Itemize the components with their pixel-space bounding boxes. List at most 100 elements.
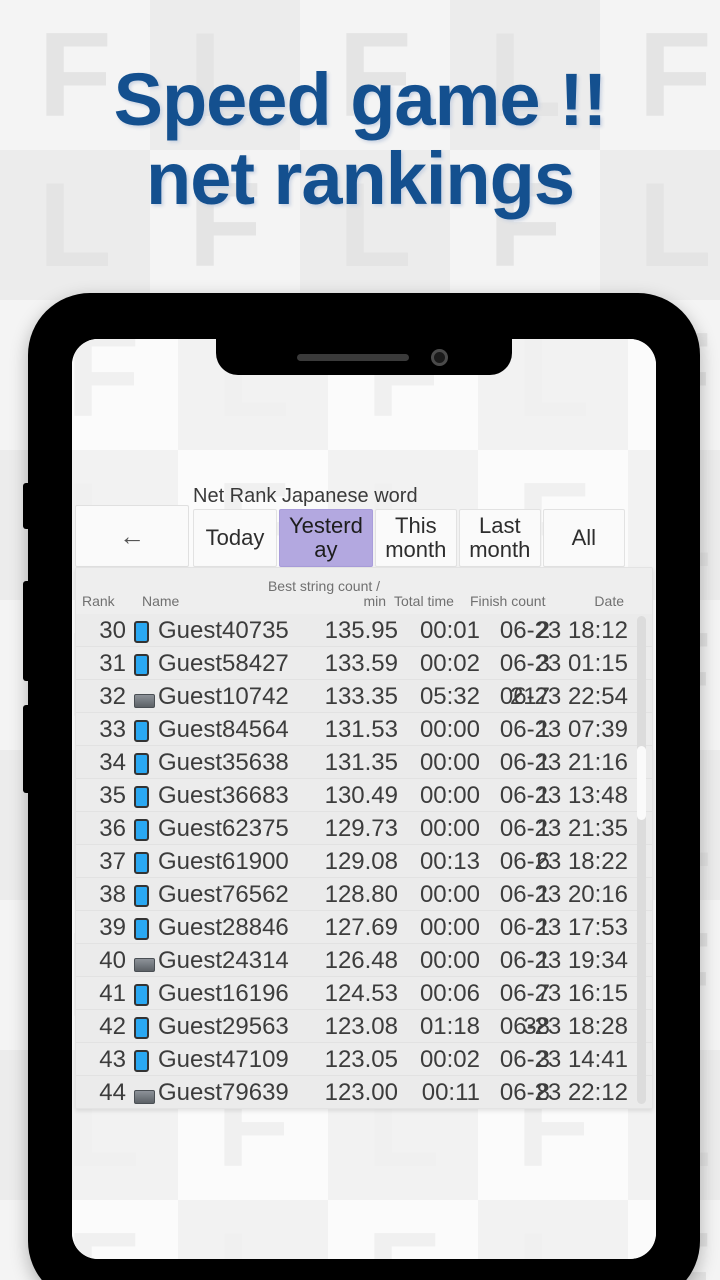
silent-switch-button[interactable] bbox=[23, 483, 30, 529]
table-row[interactable]: 44 Guest79639 123.00 00:11 8 06-23 22:12 bbox=[76, 1076, 652, 1108]
tab-last-month[interactable]: Last month bbox=[458, 509, 541, 567]
cell-rank: 36 bbox=[99, 815, 126, 842]
volume-down-button[interactable] bbox=[23, 705, 30, 793]
table-row[interactable]: 39 Guest28846 127.69 00:00 1 06-23 17:53 bbox=[76, 911, 652, 944]
table-row[interactable]: 38 Guest76562 128.80 00:00 1 06-23 20:16 bbox=[76, 878, 652, 911]
cell-date: 06-23 14:41 bbox=[499, 1046, 628, 1073]
cell-rank: 39 bbox=[99, 914, 126, 941]
cell-name: Guest24314 bbox=[158, 947, 289, 974]
cell-date: 06-23 01:15 bbox=[499, 650, 628, 677]
cell-name: Guest28846 bbox=[158, 914, 289, 941]
cell-rank: 37 bbox=[99, 848, 126, 875]
phone-notch bbox=[216, 339, 512, 375]
ranking-table-panel[interactable]: Rank Name Best string count / min Total … bbox=[75, 567, 653, 1109]
smartphone-icon bbox=[134, 654, 149, 683]
tab-yesterday[interactable]: Yesterd ay bbox=[279, 509, 373, 567]
cell-date: 06-23 19:34 bbox=[499, 947, 628, 974]
cell-name: Guest35638 bbox=[158, 749, 289, 776]
column-header-best-string-count: Best string count / min bbox=[262, 579, 386, 609]
tab-yesterday-label: Yesterd ay bbox=[289, 513, 363, 562]
smartphone-icon bbox=[134, 1017, 149, 1046]
cell-date: 06-23 22:54 bbox=[499, 683, 628, 710]
column-header-total-time: Total time bbox=[394, 593, 454, 609]
table-row[interactable]: 32 Guest10742 133.35 05:32 217 06-23 22:54 bbox=[76, 680, 652, 713]
cell-rank: 43 bbox=[99, 1046, 126, 1073]
cell-best-string-count: 135.95 bbox=[324, 617, 398, 644]
tab-this-month[interactable]: This month bbox=[374, 509, 457, 567]
tab-today[interactable]: Today bbox=[193, 509, 277, 567]
pc-keyboard-icon bbox=[134, 687, 155, 715]
cell-total-time: 00:11 bbox=[421, 1079, 480, 1106]
cell-total-time: 00:06 bbox=[419, 980, 480, 1007]
smartphone-icon bbox=[134, 621, 149, 650]
table-row[interactable]: 30 Guest40735 135.95 00:01 2 06-23 18:12 bbox=[76, 614, 652, 647]
cell-name: Guest76562 bbox=[158, 881, 289, 908]
smartphone-icon bbox=[134, 852, 149, 881]
cell-date: 06-23 07:39 bbox=[499, 716, 628, 743]
cell-best-string-count: 133.35 bbox=[324, 683, 398, 710]
cell-date: 06-23 21:16 bbox=[499, 749, 628, 776]
cell-date: 06-23 18:12 bbox=[499, 617, 628, 644]
table-row[interactable]: 42 Guest29563 123.08 01:18 38 06-23 18:28 bbox=[76, 1010, 652, 1043]
cell-date: 06-23 17:53 bbox=[499, 914, 628, 941]
smartphone-icon bbox=[134, 819, 149, 848]
table-row[interactable]: 40 Guest24314 126.48 00:00 1 06-23 19:34 bbox=[76, 944, 652, 977]
cell-best-string-count: 123.08 bbox=[324, 1013, 398, 1040]
cell-total-time: 01:18 bbox=[419, 1013, 480, 1040]
back-button[interactable]: ← bbox=[75, 505, 189, 567]
volume-up-button[interactable] bbox=[23, 581, 30, 681]
vertical-scrollbar-track[interactable] bbox=[637, 616, 646, 1104]
front-camera-icon bbox=[430, 348, 448, 366]
table-header-row: Rank Name Best string count / min Total … bbox=[76, 568, 652, 614]
table-row[interactable]: 41 Guest16196 124.53 00:06 7 06-23 16:15 bbox=[76, 977, 652, 1010]
cell-name: Guest79639 bbox=[158, 1079, 289, 1106]
column-header-finish-count: Finish count bbox=[470, 593, 546, 609]
smartphone-icon bbox=[134, 984, 149, 1013]
smartphone-icon bbox=[134, 753, 149, 782]
vertical-scrollbar-thumb[interactable] bbox=[637, 746, 646, 820]
cell-date: 06-23 22:12 bbox=[499, 1079, 628, 1106]
arrow-left-icon: ← bbox=[119, 521, 145, 551]
cell-best-string-count: 131.53 bbox=[324, 716, 398, 743]
table-row[interactable]: 31 Guest58427 133.59 00:02 3 06-23 01:15 bbox=[76, 647, 652, 680]
cell-best-string-count: 130.49 bbox=[324, 782, 398, 809]
cell-total-time: 00:13 bbox=[419, 848, 480, 875]
cell-date: 06-23 20:16 bbox=[499, 881, 628, 908]
promo-headline: Speed game !! net rankings bbox=[0, 63, 720, 215]
table-row[interactable]: 36 Guest62375 129.73 00:00 1 06-23 21:35 bbox=[76, 812, 652, 845]
cell-name: Guest16196 bbox=[158, 980, 289, 1007]
tab-all[interactable]: All bbox=[542, 509, 625, 567]
cell-rank: 41 bbox=[99, 980, 126, 1007]
table-row[interactable]: 43 Guest47109 123.05 00:02 3 06-23 14:41 bbox=[76, 1043, 652, 1076]
pc-keyboard-icon bbox=[134, 951, 155, 979]
cell-total-time: 00:02 bbox=[419, 1046, 480, 1073]
column-header-date: Date bbox=[594, 593, 624, 609]
table-row[interactable]: 37 Guest61900 129.08 00:13 6 06-23 18:22 bbox=[76, 845, 652, 878]
cell-best-string-count: 123.05 bbox=[324, 1046, 398, 1073]
tab-this-month-label: This month bbox=[385, 513, 447, 562]
cell-total-time: 00:00 bbox=[419, 914, 480, 941]
cell-total-time: 00:00 bbox=[419, 716, 480, 743]
smartphone-icon bbox=[134, 1050, 149, 1079]
cell-best-string-count: 126.48 bbox=[324, 947, 398, 974]
table-row[interactable]: 34 Guest35638 131.35 00:00 1 06-23 21:16 bbox=[76, 746, 652, 779]
cell-total-time: 05:32 bbox=[419, 683, 480, 710]
cell-name: Guest61900 bbox=[158, 848, 289, 875]
ranking-app: ← Net Rank Japanese word Today Yesterd ay… bbox=[72, 339, 656, 1259]
smartphone-icon bbox=[134, 720, 149, 749]
tab-all-label: All bbox=[571, 525, 597, 551]
table-row[interactable]: 35 Guest36683 130.49 00:00 1 06-23 13:48 bbox=[76, 779, 652, 812]
column-header-name: Name bbox=[142, 593, 180, 609]
pc-keyboard-icon bbox=[134, 1083, 155, 1108]
table-row[interactable]: 33 Guest84564 131.53 00:00 1 06-23 07:39 bbox=[76, 713, 652, 746]
cell-name: Guest47109 bbox=[158, 1046, 289, 1073]
tab-last-month-label: Last month bbox=[469, 513, 531, 562]
cell-name: Guest62375 bbox=[158, 815, 289, 842]
cell-total-time: 00:01 bbox=[419, 617, 480, 644]
cell-total-time: 00:00 bbox=[419, 815, 480, 842]
cell-best-string-count: 127.69 bbox=[324, 914, 398, 941]
cell-name: Guest36683 bbox=[158, 782, 289, 809]
cell-name: Guest84564 bbox=[158, 716, 289, 743]
cell-rank: 40 bbox=[99, 947, 126, 974]
smartphone-icon bbox=[134, 918, 149, 947]
